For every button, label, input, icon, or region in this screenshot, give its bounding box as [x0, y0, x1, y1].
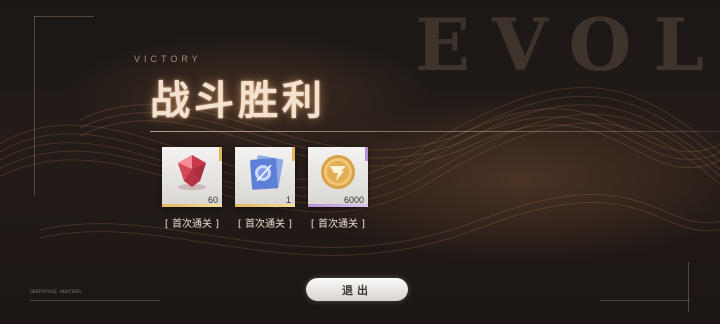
reward-item[interactable]: 60 [ 首次通关 ] [162, 147, 222, 230]
gold-coin-icon [321, 155, 355, 189]
rarity-tag [292, 147, 295, 161]
right-frame-line [600, 300, 690, 301]
evol-watermark: EVOL [415, 2, 720, 87]
first-clear-label: [ 首次通关 ] [310, 219, 366, 230]
battle-result-screen: EVOL DEEPSPACE HUNTERS VICTORY 战斗胜利 60 [… [0, 0, 720, 324]
reward-card[interactable]: 60 [162, 147, 222, 207]
rarity-bar [308, 204, 368, 207]
rarity-tag [219, 147, 222, 161]
page-title: 战斗胜利 [150, 78, 326, 124]
top-left-frame-line [34, 16, 35, 196]
victory-label: VICTORY [134, 54, 202, 64]
exit-button[interactable]: 退出 [306, 278, 408, 301]
rarity-bar [235, 204, 295, 207]
top-left-frame-tick [34, 16, 94, 17]
reward-item[interactable]: 6000 [ 首次通关 ] [308, 147, 368, 230]
first-clear-label: [ 首次通关 ] [164, 219, 220, 230]
first-clear-label: [ 首次通关 ] [237, 219, 293, 230]
reward-item[interactable]: 1 [ 首次通关 ] [235, 147, 295, 230]
bottom-left-frame-line [30, 300, 160, 301]
blue-ticket-icon [250, 155, 284, 190]
red-gem-icon [178, 155, 206, 190]
rarity-bar [162, 204, 222, 207]
bottom-right-frame-line [688, 262, 689, 312]
rarity-tag [365, 147, 368, 161]
reward-card[interactable]: 1 [235, 147, 295, 207]
left-frame-code: DEEPSPACE HUNTERS [30, 289, 82, 295]
title-divider [150, 131, 720, 132]
reward-card[interactable]: 6000 [308, 147, 368, 207]
